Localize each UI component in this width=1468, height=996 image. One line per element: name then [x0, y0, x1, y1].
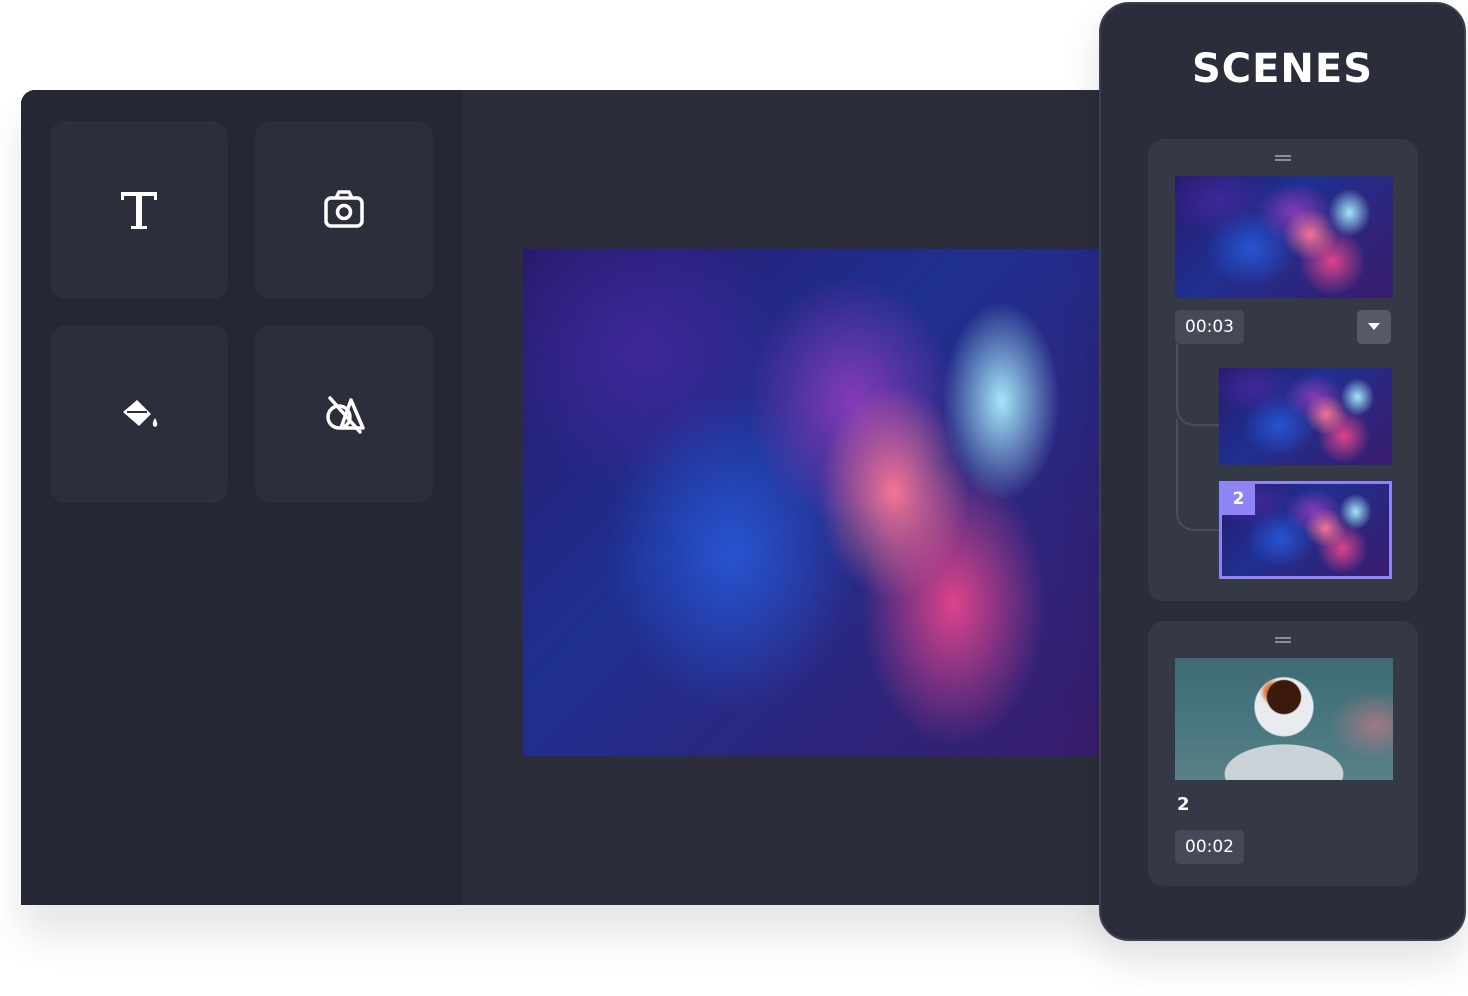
layer-connector [1176, 344, 1220, 426]
elements-tool-button[interactable] [255, 325, 433, 503]
canvas-preview-image[interactable] [523, 249, 1121, 756]
drag-handle-icon[interactable] [1275, 637, 1291, 643]
layer-thumbnail-selected[interactable]: 2 [1219, 481, 1392, 579]
scene-options-button[interactable] [1357, 310, 1391, 344]
text-icon [121, 192, 157, 229]
color-tool-button[interactable] [50, 325, 228, 503]
layer-thumbnail[interactable] [1219, 368, 1392, 465]
scene-duration[interactable]: 00:03 [1175, 310, 1244, 344]
scene-duration[interactable]: 00:02 [1175, 830, 1244, 864]
text-tool-button[interactable] [50, 121, 228, 299]
media-tool-button[interactable] [255, 121, 433, 299]
drag-handle-icon[interactable] [1275, 155, 1291, 161]
scene-card-1[interactable]: 00:03 2 [1148, 139, 1418, 601]
scenes-title: SCENES [1191, 46, 1374, 92]
scene-thumbnail[interactable] [1175, 658, 1393, 780]
scene-thumbnail[interactable] [1175, 176, 1393, 298]
camera-icon [324, 190, 364, 228]
chevron-down-icon [1368, 323, 1380, 330]
shapes-icon [326, 396, 365, 434]
scenes-panel: SCENES 00:03 2 2 00:02 [1099, 2, 1466, 941]
tool-sidebar [21, 90, 462, 905]
editor-window [21, 90, 1121, 905]
scene-card-2[interactable]: 2 00:02 [1148, 621, 1418, 886]
layer-badge: 2 [1222, 484, 1255, 515]
scene-number: 2 [1177, 794, 1190, 815]
paint-bucket-icon [123, 400, 158, 427]
layer-connector [1176, 419, 1220, 531]
